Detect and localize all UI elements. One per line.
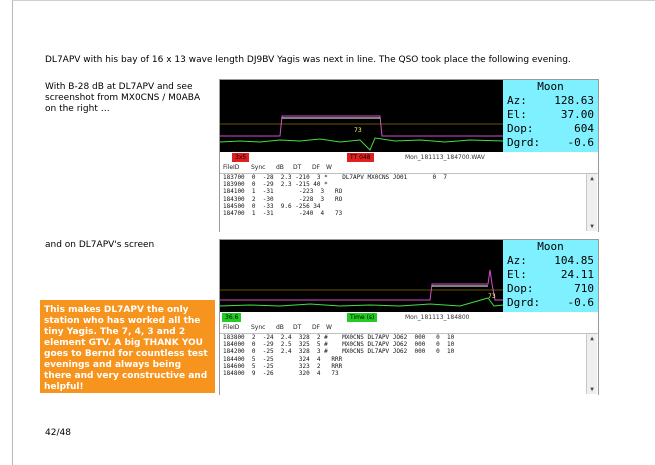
intro-line: screenshot from MX0CNS / M0ABA: [45, 93, 201, 103]
scroll-up-icon[interactable]: ▲: [587, 174, 597, 183]
spectrum-graph: 73: [220, 115, 504, 151]
moon-az: Az: 128.63: [507, 94, 594, 107]
log-row: 184500 0 -33 9.6 -256 34: [223, 202, 321, 210]
file-label: Mon_181113_184800: [405, 314, 470, 321]
log-scrollbar[interactable]: ▲ ▼: [586, 334, 597, 394]
spectrum-graph: 73: [220, 269, 504, 307]
moon-el: El: 24.11: [507, 268, 594, 281]
log-row: 184200 0 -25 2.4 328 3 # MX0CNS DL7APV J…: [223, 348, 455, 356]
log-header: FileID Sync dB DT DF W: [223, 324, 332, 331]
log-row: 184800 9 -26 320 4 73: [223, 369, 339, 377]
waterfall-plot: 73: [220, 240, 504, 312]
status-tag-right: TT 048: [347, 153, 374, 162]
status-bar: 3x5 TT 048 Mon_181113_184700.WAV: [220, 152, 598, 164]
intro-line: With B-28 dB at DL7APV and see: [45, 82, 193, 92]
scroll-down-icon[interactable]: ▼: [587, 385, 597, 394]
waterfall-label: 73: [488, 293, 496, 300]
log-row: 184000 0 -29 2.5 325 5 # MX0CNS DL7APV J…: [223, 341, 455, 349]
moon-panel: Moon Az: 104.85 El: 24.11 Dop: 710 Dgrd: -0.…: [503, 240, 598, 312]
waterfall-label: 73: [354, 127, 362, 134]
moon-az: Az: 104.85: [507, 254, 594, 267]
page-number: 42/48: [45, 428, 71, 438]
decode-log[interactable]: 183700 0 -28 2.3 -210 3 * DL7APV MX0CNS …: [220, 173, 598, 232]
moon-dgrd: Dgrd: -0.6: [507, 296, 594, 309]
moon-dgrd: Dgrd: -0.6: [507, 136, 594, 149]
log-row: 184300 2 -30 -228 3 RO: [223, 195, 343, 203]
status-tag-right: Time (s): [347, 313, 378, 322]
moon-title: Moon: [537, 240, 564, 253]
log-row: 184100 1 -31 -223 3 RO: [223, 188, 343, 196]
log-header: FileID Sync dB DT DF W: [223, 164, 332, 171]
intro-text: With B-28 dB at DL7APV and see screensho…: [45, 82, 200, 115]
moon-el: El: 37.00: [507, 108, 594, 121]
log-row: 184600 5 -25 323 2 RRR: [223, 362, 343, 370]
moon-dop: Dop: 710: [507, 282, 594, 295]
headline: DL7APV with his bay of 16 x 13 wave leng…: [45, 55, 571, 65]
intro-line: on the right …: [45, 104, 110, 114]
log-row: 183800 2 -24 2.4 328 2 # MX0CNS DL7APV J…: [223, 334, 455, 341]
waterfall-plot: 73: [220, 80, 504, 152]
log-row: 183900 0 -29 2.3 -215 40 *: [223, 181, 328, 189]
second-caption: and on DL7APV's screen: [45, 240, 155, 250]
status-tag-left: 36.6: [222, 313, 242, 322]
decode-log[interactable]: 183800 2 -24 2.4 328 2 # MX0CNS DL7APV J…: [220, 333, 598, 395]
status-tag-left: 3x5: [232, 153, 250, 162]
screenshot-mx0cns: 73 Moon Az: 128.63 El: 37.00 Dop: 604 Dgrd:…: [219, 79, 599, 232]
scroll-down-icon[interactable]: ▼: [587, 222, 597, 231]
log-row: 184700 1 -31 -240 4 73: [223, 209, 343, 217]
log-row: 183700 0 -28 2.3 -210 3 * DL7APV MX0CNS …: [223, 174, 447, 181]
log-row: 184400 5 -25 324 4 RRR: [223, 355, 343, 363]
scroll-up-icon[interactable]: ▲: [587, 334, 597, 343]
moon-dop: Dop: 604: [507, 122, 594, 135]
callout-box: This makes DL7APV the only station who h…: [40, 300, 215, 393]
page-frame: [12, 0, 655, 465]
file-label: Mon_181113_184700.WAV: [405, 154, 485, 161]
log-scrollbar[interactable]: ▲ ▼: [586, 174, 597, 231]
moon-panel: Moon Az: 128.63 El: 37.00 Dop: 604 Dgrd: -0.…: [503, 80, 598, 152]
moon-title: Moon: [537, 80, 564, 93]
status-bar: 36.6 Time (s) Mon_181113_184800: [220, 312, 598, 324]
screenshot-dl7apv: 73 Moon Az: 104.85 El: 24.11 Dop: 710 Dgrd:…: [219, 239, 599, 395]
